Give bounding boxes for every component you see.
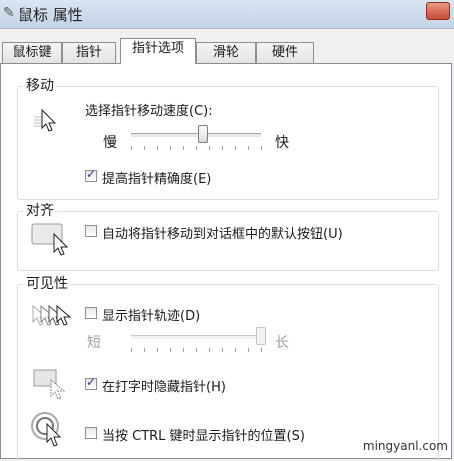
visibility-group-label: 可见性: [23, 273, 71, 293]
slider-tick: [209, 146, 210, 150]
tab-hardware[interactable]: 硬件: [256, 42, 314, 63]
title-bar: ✎ 鼠标 属性: [0, 0, 454, 29]
pointer-speed-icon: [34, 108, 57, 132]
show-location-checkbox[interactable]: [85, 427, 97, 439]
slider-tick: [235, 348, 236, 352]
trails-checkbox[interactable]: [85, 307, 97, 319]
snap-group-label: 对齐: [23, 200, 57, 220]
slider-tick: [248, 146, 249, 150]
trail-slider-thumb[interactable]: [256, 327, 266, 345]
slider-tick: [196, 348, 197, 352]
slider-tick: [183, 146, 184, 150]
slider-tick: [235, 146, 236, 150]
hide-while-typing-checkbox[interactable]: [85, 375, 97, 390]
slider-tick: [157, 348, 158, 352]
long-label: 长: [275, 335, 289, 351]
tab-strip: 鼠标键 指针 指针选项 滑轮 硬件: [0, 38, 454, 64]
slow-label: 慢: [103, 135, 117, 151]
slider-tick: [222, 348, 223, 352]
slider-tick: [144, 146, 145, 150]
mouse-icon: ✎: [3, 5, 15, 21]
options-panel: 移动 选择指针移动速度(C): 慢 快 提高指针精确度(E) 对齐 自动将指针移…: [0, 63, 452, 461]
motion-group-label: 移动: [23, 75, 57, 95]
slider-tick: [248, 348, 249, 352]
tab-wheel[interactable]: 滑轮: [196, 42, 256, 63]
trails-label: 显示指针轨迹(D): [102, 309, 201, 324]
slider-tick: [170, 146, 171, 150]
motion-group: [17, 86, 439, 200]
slider-tick: [261, 348, 262, 352]
hide-while-typing-label: 在打字时隐藏指针(H): [102, 380, 226, 395]
watermark: mingyanl.com: [362, 439, 448, 453]
tab-pointer-options[interactable]: 指针选项: [120, 38, 196, 64]
slider-tick: [170, 348, 171, 352]
snap-checkbox[interactable]: [85, 225, 97, 237]
slider-tick: [209, 348, 210, 352]
slider-tick: [196, 146, 197, 150]
tab-buttons[interactable]: 鼠标键: [2, 42, 62, 63]
trail-slider-track: [131, 335, 261, 340]
slider-tick: [157, 146, 158, 150]
speed-slider-track: [131, 133, 261, 138]
speed-label: 选择指针移动速度(C):: [85, 104, 213, 119]
precision-checkbox[interactable]: [85, 167, 97, 182]
pointer-trails-icon: [32, 304, 71, 326]
slider-tick: [131, 348, 132, 352]
short-label: 短: [87, 335, 101, 351]
show-location-icon: [31, 412, 62, 447]
speed-slider-thumb[interactable]: [197, 125, 208, 143]
snap-to-button-icon: [31, 223, 69, 256]
slider-tick: [131, 146, 132, 150]
show-location-label: 当按 CTRL 键时显示指针的位置(S): [102, 429, 305, 444]
window-title: 鼠标 属性: [18, 6, 83, 24]
hide-while-typing-icon: [33, 369, 66, 400]
fast-label: 快: [275, 135, 289, 151]
close-button[interactable]: [426, 2, 450, 20]
precision-label: 提高指针精确度(E): [102, 172, 212, 187]
slider-tick: [144, 348, 145, 352]
slider-tick: [183, 348, 184, 352]
snap-label: 自动将指针移动到对话框中的默认按钮(U): [102, 227, 343, 242]
tab-pointers[interactable]: 指针: [62, 42, 116, 63]
slider-tick: [261, 146, 262, 150]
slider-tick: [222, 146, 223, 150]
